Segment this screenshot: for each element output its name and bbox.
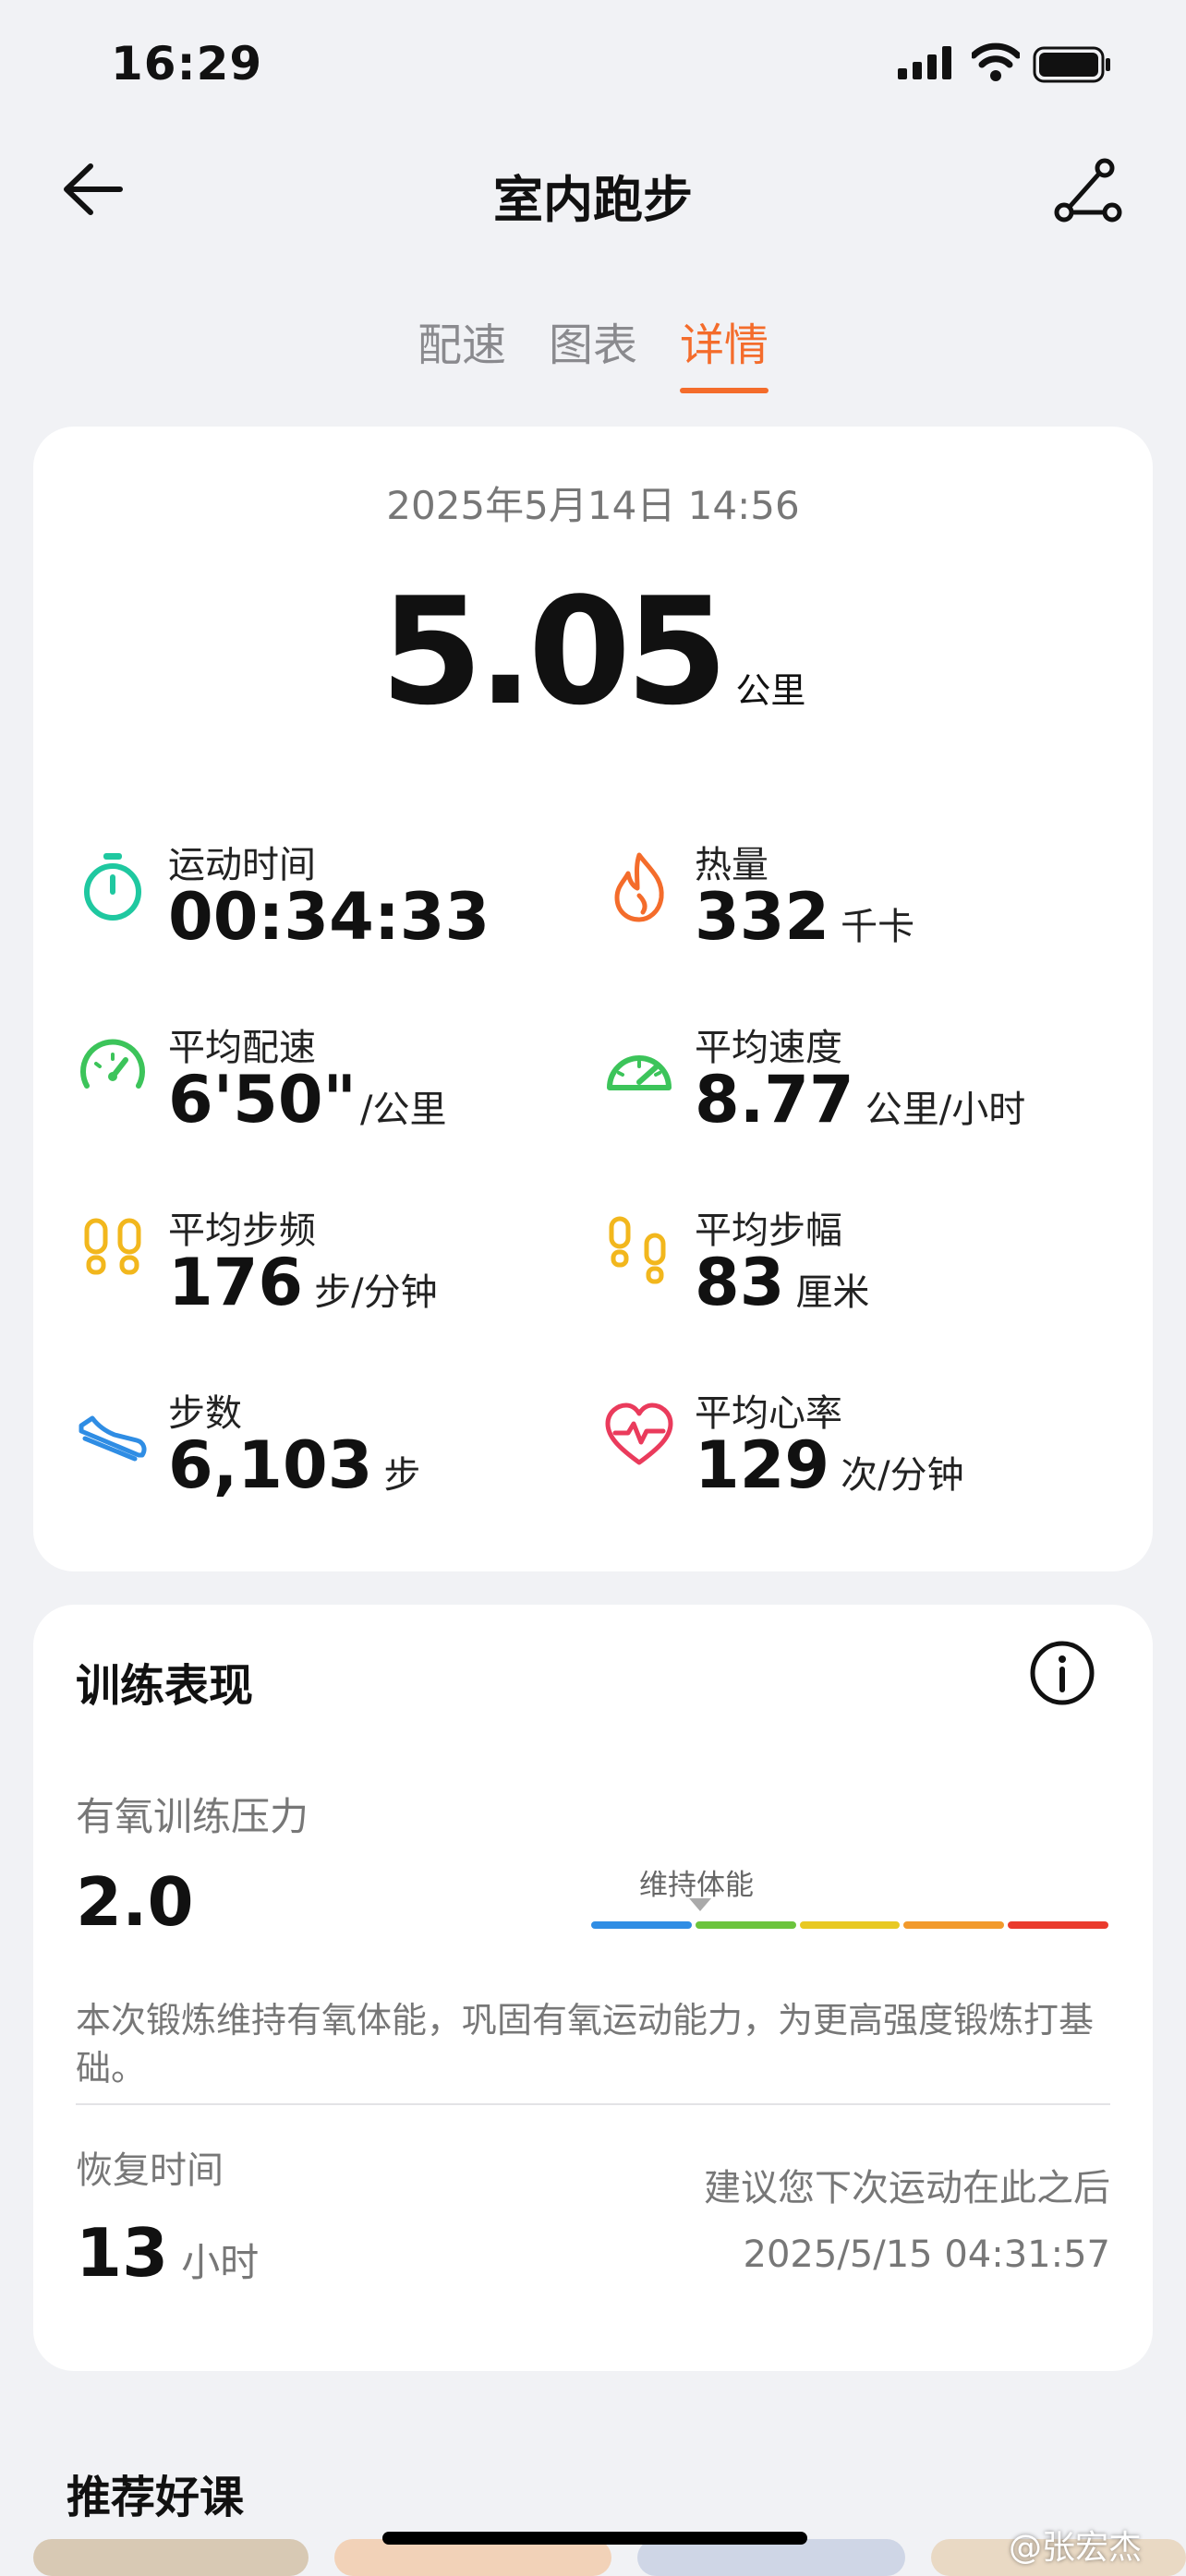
recovery-time: 13 小时 xyxy=(76,2214,259,2292)
shoe-icon xyxy=(79,1415,147,1462)
advice-datetime: 2025/5/15 04:31:57 xyxy=(743,2233,1110,2276)
recommended-courses-title: 推荐好课 xyxy=(67,2472,245,2523)
speedometer-icon xyxy=(80,1039,145,1089)
recovery-time-value: 13 xyxy=(76,2214,169,2292)
recovery-time-label: 恢复时间 xyxy=(76,2149,224,2192)
scale-segment xyxy=(591,1921,692,1929)
metric-value: 6'50" xyxy=(168,1062,357,1138)
scale-segment xyxy=(799,1921,901,1929)
watermark: @张宏杰 xyxy=(1009,2529,1143,2567)
distance-unit: 公里 xyxy=(735,670,806,711)
metric-avg-cadence: 平均步频 176 步/分钟 xyxy=(76,1198,593,1337)
metric-calories: 热量 332 千卡 xyxy=(602,833,1119,971)
recovery-advice: 建议您下次运动在此之后 2025/5/15 04:31:57 xyxy=(704,2155,1110,2288)
advice-text: 建议您下次运动在此之后 xyxy=(704,2167,1110,2209)
tab-pace[interactable]: 配速 xyxy=(418,308,506,390)
metric-value: 129 xyxy=(695,1427,830,1503)
aerobic-load-value: 2.0 xyxy=(76,1863,194,1941)
divider xyxy=(76,2103,1110,2105)
scale-segment xyxy=(1008,1921,1108,1929)
metric-unit: 步 xyxy=(383,1454,421,1497)
metric-steps: 步数 6,103 步 xyxy=(76,1381,593,1520)
metric-unit: 厘米 xyxy=(795,1271,870,1314)
distance-value: 5.05 xyxy=(380,565,729,738)
footprints-icon xyxy=(84,1218,141,1275)
metric-value: 8.77 xyxy=(695,1062,854,1138)
aerobic-load-scale xyxy=(591,1921,1108,1929)
battery-icon xyxy=(1033,46,1110,83)
metric-unit: 次/分钟 xyxy=(841,1454,964,1497)
tab-bar: 配速 图表 详情 xyxy=(0,308,1186,393)
status-time: 16:29 xyxy=(111,37,263,90)
scale-segment xyxy=(695,1921,796,1929)
training-description: 本次锻炼维持有氧体能，巩固有氧运动能力，为更高强度锻炼打基础。 xyxy=(76,2000,1095,2088)
home-indicator[interactable] xyxy=(382,2532,807,2545)
summary-card: 2025年5月14日 14:56 5.05 公里 运动时间 00:34:33 热量… xyxy=(33,427,1153,1571)
footprints-icon xyxy=(609,1216,666,1284)
scale-segment xyxy=(903,1921,1005,1929)
section-title: 训练表现 xyxy=(76,1660,254,1712)
aerobic-load-label: 有氧训练压力 xyxy=(76,1794,309,1839)
metric-value: 83 xyxy=(695,1245,785,1320)
wifi-icon xyxy=(972,42,1020,81)
metric-unit: /公里 xyxy=(360,1089,447,1131)
page-title: 室内跑步 xyxy=(493,171,693,229)
course-thumbnail[interactable] xyxy=(33,2539,309,2576)
metric-value: 6,103 xyxy=(168,1427,373,1503)
course-thumbnail[interactable] xyxy=(334,2539,611,2576)
course-thumbnail[interactable] xyxy=(637,2539,905,2576)
tab-details[interactable]: 详情 xyxy=(680,308,769,393)
metric-value: 176 xyxy=(168,1245,304,1320)
metric-value: 332 xyxy=(695,879,830,955)
route-share-icon[interactable] xyxy=(1051,157,1125,227)
metric-duration: 运动时间 00:34:33 xyxy=(76,833,593,971)
scale-pointer xyxy=(689,1898,711,1911)
flame-icon xyxy=(614,852,664,922)
metric-avg-pace: 平均配速 6'50"/公里 xyxy=(76,1016,593,1154)
gauge-icon xyxy=(607,1055,672,1090)
workout-date: 2025年5月14日 14:56 xyxy=(386,483,800,528)
metric-value: 00:34:33 xyxy=(168,879,490,955)
metric-unit: 公里/小时 xyxy=(865,1089,1026,1131)
heart-rate-icon xyxy=(605,1402,673,1465)
metric-avg-speed: 平均速度 8.77 公里/小时 xyxy=(602,1016,1119,1154)
metric-avg-heart-rate: 平均心率 129 次/分钟 xyxy=(602,1381,1119,1520)
metric-unit: 步/分钟 xyxy=(314,1271,438,1314)
tab-chart[interactable]: 图表 xyxy=(549,308,637,390)
scale-level-label: 维持体能 xyxy=(639,1869,754,1902)
recovery-time-unit: 小时 xyxy=(181,2240,260,2285)
info-icon[interactable] xyxy=(1029,1640,1095,1706)
stopwatch-icon xyxy=(84,853,141,921)
metric-avg-stride: 平均步幅 83 厘米 xyxy=(602,1198,1119,1337)
training-performance-card: 训练表现 有氧训练压力 2.0 维持体能 本次锻炼维持有氧体能，巩固有氧运动能力… xyxy=(33,1605,1153,2371)
metric-unit: 千卡 xyxy=(841,906,915,948)
distance-display: 5.05 公里 xyxy=(33,565,1153,738)
cellular-signal-icon xyxy=(898,46,951,79)
